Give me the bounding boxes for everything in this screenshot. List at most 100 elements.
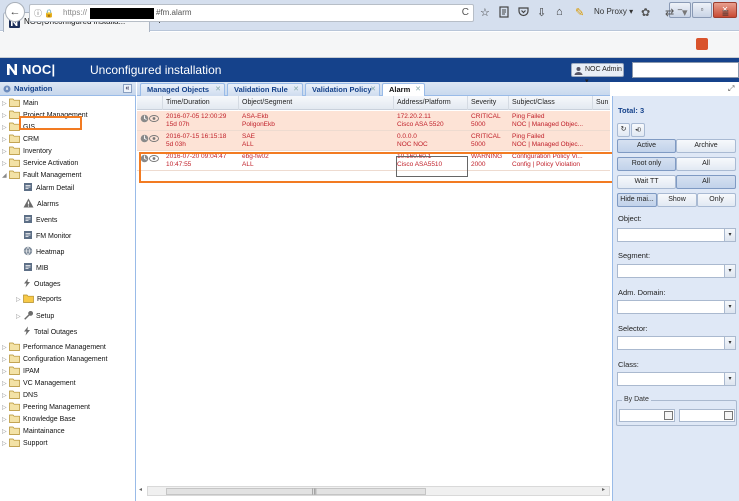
collapsed-arrow-icon[interactable]: ▷ — [2, 378, 9, 390]
calendar-icon[interactable] — [724, 411, 733, 420]
calendar-icon[interactable] — [664, 411, 673, 420]
table-row[interactable]: 2016-07-15 16:15:18 5d 03h SAE ALL 0.0.0.0 NO… — [137, 131, 610, 151]
sidebar-item-vc-management[interactable]: ▷ VC Management — [2, 378, 76, 390]
sound-button[interactable]: ◂)) — [631, 123, 645, 137]
collapsed-arrow-icon[interactable]: ▷ — [2, 426, 9, 438]
reload-icon[interactable]: C — [462, 7, 469, 18]
back-arrow-icon[interactable]: ← — [5, 2, 25, 22]
expanded-arrow-icon[interactable]: ◢ — [2, 170, 9, 182]
column-severity[interactable]: Severity — [468, 96, 509, 110]
column-address-platform[interactable]: Address/Platform — [394, 96, 468, 110]
sidebar-item-main[interactable]: ▷ Main — [2, 98, 38, 110]
chevron-down-icon[interactable]: ▾ — [724, 373, 735, 385]
chevron-down-icon[interactable]: ▾ — [724, 337, 735, 349]
collapse-navigation-button[interactable]: « — [123, 84, 132, 93]
column-subject-class[interactable]: Subject/Class — [509, 96, 593, 110]
sidebar-item-outages[interactable]: Outages — [16, 278, 60, 290]
collapsed-arrow-icon[interactable]: ▷ — [2, 438, 9, 450]
chevron-down-icon[interactable]: ▾ — [724, 229, 735, 241]
pocket-icon[interactable] — [518, 6, 529, 17]
sidebar-item-dns[interactable]: ▷ DNS — [2, 390, 38, 402]
sidebar-item-knowledge-base[interactable]: ▷ Knowledge Base — [2, 414, 76, 426]
sidebar-item-maintainance[interactable]: ▷ Maintainance — [2, 426, 65, 438]
scroll-right-icon[interactable]: ▸ — [602, 486, 605, 493]
proxy-selector[interactable]: No Proxy ▾ — [594, 7, 633, 16]
tab-close-icon[interactable]: ✕ — [415, 84, 421, 96]
collapsed-arrow-icon[interactable]: ▷ — [2, 146, 9, 158]
sidebar-item-reports[interactable]: ▷ Reports — [16, 294, 62, 306]
app-search-input[interactable] — [632, 62, 739, 78]
collapsed-arrow-icon[interactable]: ▷ — [2, 390, 9, 402]
sidebar-item-heatmap[interactable]: Heatmap — [16, 246, 64, 258]
horizontal-scrollbar[interactable]: ||| — [147, 486, 610, 496]
site-info-lock-icon[interactable]: ⓘ 🔒 — [34, 8, 54, 19]
wait-tt-toggle[interactable]: Wait TT — [617, 175, 676, 189]
user-menu-button[interactable]: NOC Admin ▾ — [571, 63, 624, 85]
tab-validation-rule[interactable]: Validation Rule ✕ — [227, 83, 303, 96]
date-to-field[interactable] — [679, 409, 735, 422]
refresh-button[interactable]: ↻ — [617, 123, 630, 137]
sidebar-item-fault-management[interactable]: ◢ Fault Management — [2, 170, 81, 182]
dropdown-arrow-icon[interactable]: ▾ — [682, 6, 688, 19]
class-combo[interactable]: ▾ — [617, 372, 736, 386]
sidebar-item-service-activation[interactable]: ▷ Service Activation — [2, 158, 78, 170]
url-bar[interactable]: ⓘ 🔒 https:// #fm.alarm C — [29, 4, 474, 22]
addon-icon[interactable]: ✿ — [641, 6, 650, 19]
alarm-status-icons[interactable] — [140, 134, 160, 143]
all-root-toggle[interactable]: All — [676, 157, 736, 171]
all-tt-toggle[interactable]: All — [676, 175, 736, 189]
collapsed-arrow-icon[interactable]: ▷ — [2, 134, 9, 146]
sidebar-item-crm[interactable]: ▷ CRM — [2, 134, 39, 146]
root-only-toggle[interactable]: Root only — [617, 157, 676, 171]
tab-close-icon[interactable]: ✕ — [293, 84, 299, 96]
sidebar-item-configuration-management[interactable]: ▷ Configuration Management — [2, 354, 107, 366]
table-row[interactable]: 2016-07-05 12:00:29 15d 07h ASA-Ekb Poligon… — [137, 111, 610, 131]
collapsed-arrow-icon[interactable]: ▷ — [16, 294, 23, 306]
hide-maintenance-toggle[interactable]: Hide mai... — [617, 193, 657, 207]
sidebar-item-inventory[interactable]: ▷ Inventory — [2, 146, 52, 158]
sidebar-item-total-outages[interactable]: Total Outages — [16, 326, 77, 338]
chevron-down-icon[interactable]: ▾ — [724, 301, 735, 313]
sidebar-item-ipam[interactable]: ▷ IPAM — [2, 366, 40, 378]
sidebar-item-alarm-detail[interactable]: Alarm Detail — [16, 182, 74, 194]
tab-managed-objects[interactable]: Managed Objects ✕ — [140, 83, 225, 96]
collapsed-arrow-icon[interactable]: ▷ — [2, 122, 9, 134]
archive-toggle[interactable]: Archive — [676, 139, 736, 153]
sync-icon[interactable]: ⇄ — [665, 6, 674, 19]
collapsed-arrow-icon[interactable]: ▷ — [16, 311, 23, 323]
chevron-down-icon[interactable]: ▾ — [724, 265, 735, 277]
column-object-segment[interactable]: Object/Segment — [239, 96, 394, 110]
object-combo[interactable]: ▾ — [617, 228, 736, 242]
menu-hamburger-icon[interactable]: ≡ — [722, 6, 729, 20]
collapsed-arrow-icon[interactable]: ▷ — [2, 110, 9, 122]
segment-combo[interactable]: ▾ — [617, 264, 736, 278]
sidebar-item-peering-management[interactable]: ▷ Peering Management — [2, 402, 90, 414]
tab-close-icon[interactable]: ✕ — [370, 84, 376, 96]
active-toggle[interactable]: Active — [617, 139, 676, 153]
sidebar-item-events[interactable]: Events — [16, 214, 57, 226]
collapsed-arrow-icon[interactable]: ▷ — [2, 354, 9, 366]
sidebar-item-fm-monitor[interactable]: FM Monitor — [16, 230, 71, 242]
alarm-status-icons[interactable] — [140, 114, 160, 123]
collapsed-arrow-icon[interactable]: ▷ — [2, 414, 9, 426]
bookmark-star-icon[interactable]: ☆ — [480, 6, 490, 19]
addon-red-icon[interactable] — [696, 38, 708, 50]
tab-validation-policy[interactable]: Validation Policy ✕ — [305, 83, 380, 96]
reading-list-icon[interactable] — [499, 6, 509, 18]
column-sun[interactable]: Sun — [593, 96, 610, 110]
adm-domain-combo[interactable]: ▾ — [617, 300, 736, 314]
sidebar-item-setup[interactable]: ▷ Setup — [16, 310, 54, 322]
tab-alarm[interactable]: Alarm ✕ — [382, 83, 425, 97]
collapsed-arrow-icon[interactable]: ▷ — [2, 98, 9, 110]
date-from-field[interactable] — [619, 409, 675, 422]
scrollbar-thumb[interactable]: ||| — [166, 488, 426, 495]
expand-icon[interactable]: ⤢ — [728, 84, 734, 94]
download-icon[interactable]: ⇩ — [537, 6, 546, 19]
sidebar-item-support[interactable]: ▷ Support — [2, 438, 48, 450]
scroll-left-icon[interactable]: ◂ — [139, 486, 142, 493]
sidebar-item-mib[interactable]: MIB — [16, 262, 48, 274]
show-maintenance-toggle[interactable]: Show — [657, 193, 697, 207]
collapsed-arrow-icon[interactable]: ▷ — [2, 342, 9, 354]
home-icon[interactable]: ⌂ — [556, 6, 563, 18]
collapsed-arrow-icon[interactable]: ▷ — [2, 402, 9, 414]
